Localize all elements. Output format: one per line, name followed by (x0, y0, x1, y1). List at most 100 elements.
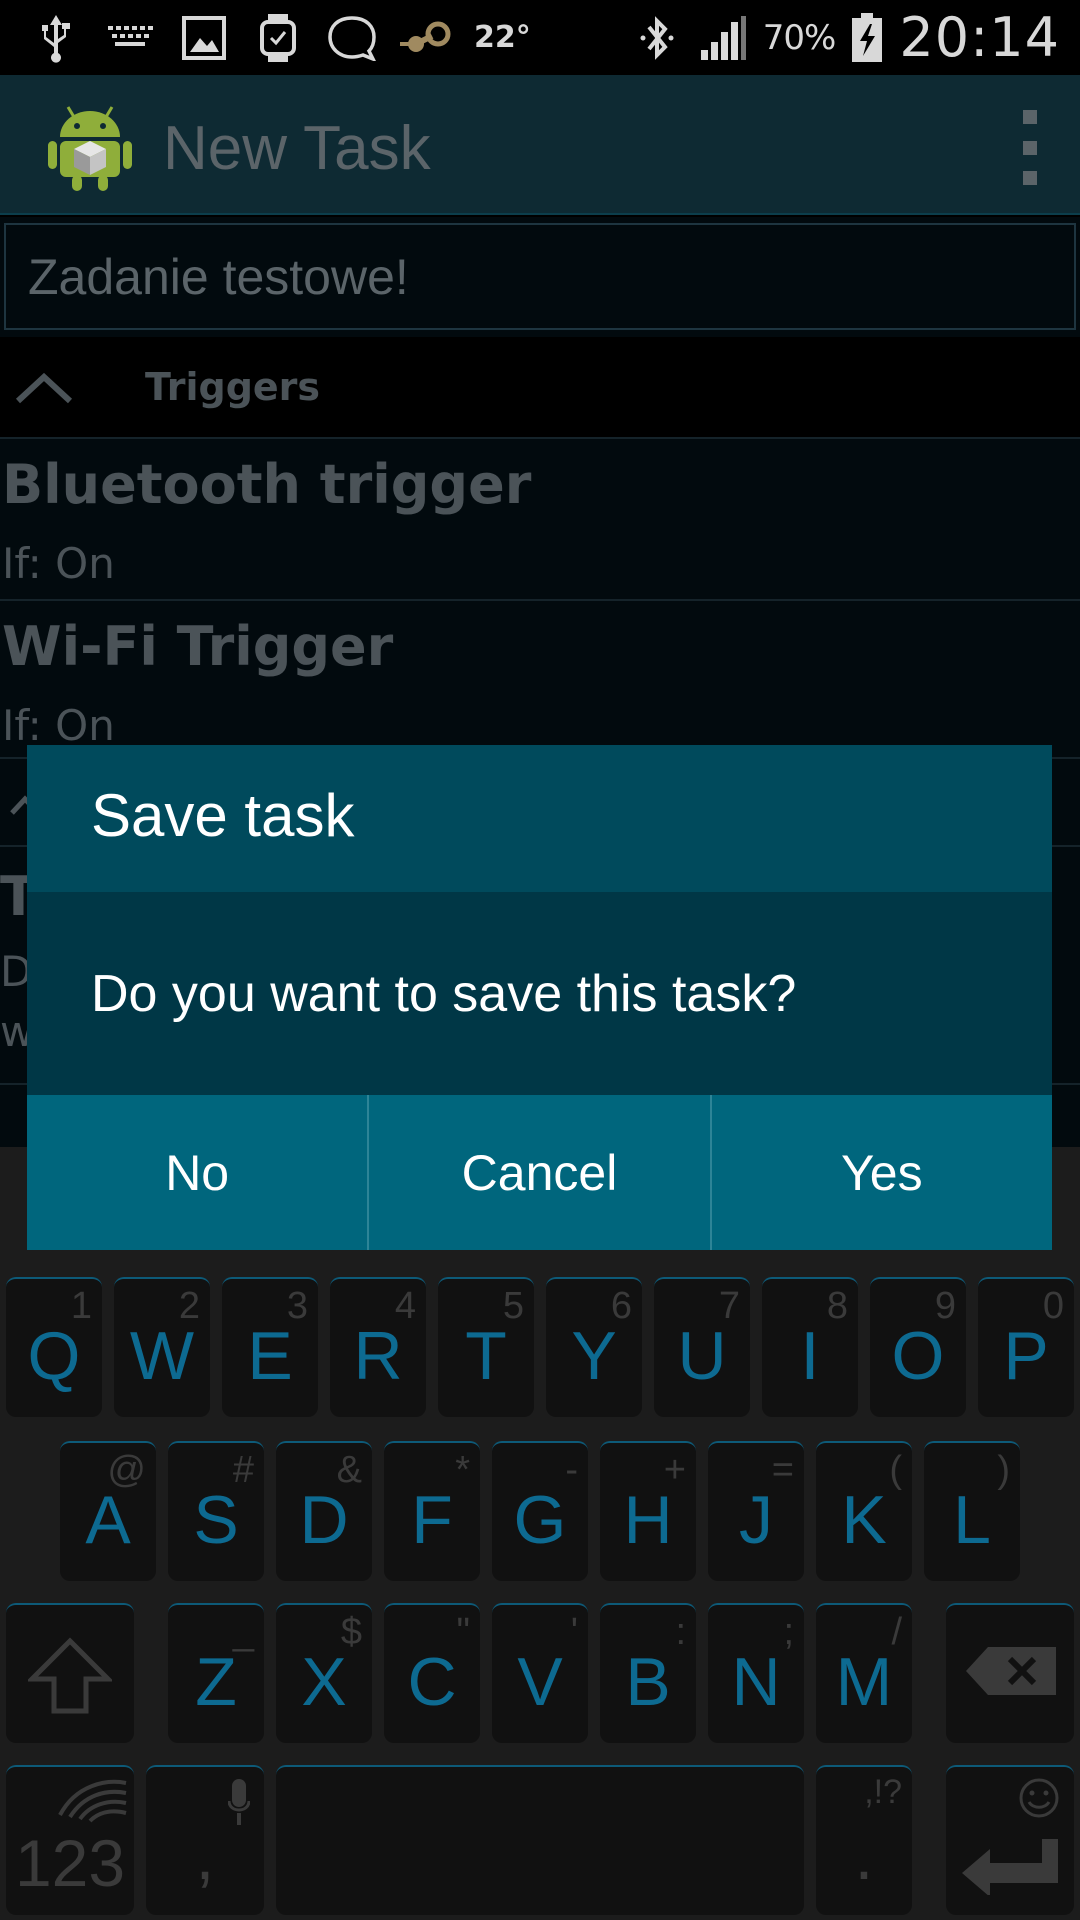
key-label: G (513, 1482, 567, 1558)
app-title: New Task (163, 114, 431, 183)
key-x[interactable]: $ X (276, 1603, 372, 1743)
spacebar-key[interactable] (276, 1765, 804, 1915)
key-label: W (129, 1318, 195, 1394)
key-label: E (247, 1318, 293, 1394)
key-p[interactable]: 0P (978, 1277, 1074, 1417)
key-label: J (739, 1482, 773, 1558)
backspace-key[interactable] (946, 1603, 1074, 1743)
key-label: Z (195, 1644, 237, 1720)
key-h[interactable]: + H (600, 1441, 696, 1581)
key-label: L (953, 1482, 991, 1558)
key-label: N (731, 1644, 781, 1720)
key-label: O (891, 1318, 945, 1394)
key-q[interactable]: 1Q (6, 1277, 102, 1417)
key-l[interactable]: ) L (924, 1441, 1020, 1581)
temperature-text: 22° (474, 20, 531, 55)
status-bar: 22° 70% 20:14 (0, 0, 1080, 75)
key-label: U (677, 1318, 727, 1394)
key-e[interactable]: 3E (222, 1277, 318, 1417)
key-label: H (623, 1482, 673, 1558)
signal-icon (697, 12, 749, 64)
triggers-section-header[interactable]: Triggers (0, 337, 1080, 439)
watch-icon (252, 12, 304, 64)
app-bar: New Task (0, 75, 1080, 215)
backspace-icon (966, 1647, 1056, 1695)
key-m[interactable]: / M (816, 1603, 912, 1743)
soft-keyboard: 1Q 2W 3E 4R 5T 6Y 7U 8I 9O 0P @ A # S & D *… (0, 1147, 1080, 1920)
key-label: M (835, 1644, 893, 1720)
key-i[interactable]: 8I (762, 1277, 858, 1417)
trigger-title: Bluetooth trigger (2, 453, 532, 516)
bubble-icon (326, 12, 378, 64)
shift-arrow-icon (28, 1637, 112, 1714)
key-label: Q (27, 1318, 81, 1394)
comma-key[interactable]: , (146, 1765, 264, 1915)
key-f[interactable]: * F (384, 1441, 480, 1581)
key-t[interactable]: 5T (438, 1277, 534, 1417)
key-r[interactable]: 4R (330, 1277, 426, 1417)
trigger-item-bluetooth[interactable]: Bluetooth trigger If: On (0, 439, 1080, 601)
trigger-title: Wi-Fi Trigger (2, 615, 394, 678)
key-c[interactable]: " C (384, 1603, 480, 1743)
chevron-up-icon (15, 372, 73, 404)
overflow-menu-icon[interactable] (1018, 110, 1042, 185)
keyboard-icon (104, 12, 156, 64)
key-label: 123 (14, 1826, 126, 1900)
android-logo-icon[interactable] (46, 97, 134, 193)
enter-key[interactable] (946, 1765, 1074, 1915)
cancel-button[interactable]: Cancel (369, 1095, 712, 1250)
symbols-key[interactable]: 123 (6, 1765, 134, 1915)
key-alt-label: ,!? (864, 1773, 902, 1811)
status-bar-left: 22° (30, 0, 531, 75)
gallery-icon (178, 12, 230, 64)
key-z[interactable]: _ Z (168, 1603, 264, 1743)
key-o[interactable]: 9O (870, 1277, 966, 1417)
enter-arrow-icon (962, 1839, 1058, 1895)
key-v[interactable]: ' V (492, 1603, 588, 1743)
battery-charging-icon (849, 12, 885, 64)
key-label: . (854, 1818, 874, 1894)
dialog-message: Do you want to save this task? (91, 965, 797, 1023)
dialog-header: Save task (27, 745, 1052, 892)
key-j[interactable]: = J (708, 1441, 804, 1581)
steam-icon (400, 12, 452, 64)
battery-percent-text: 70% (762, 17, 837, 58)
clock-text: 20:14 (899, 6, 1060, 69)
key-label: V (517, 1644, 563, 1720)
yes-button[interactable]: Yes (712, 1095, 1052, 1250)
key-label: S (193, 1482, 239, 1558)
key-label: I (800, 1318, 820, 1394)
key-label: A (85, 1482, 131, 1558)
key-label: , (195, 1818, 215, 1894)
trigger-item-wifi[interactable]: Wi-Fi Trigger If: On (0, 601, 1080, 763)
key-s[interactable]: # S (168, 1441, 264, 1581)
key-u[interactable]: 7U (654, 1277, 750, 1417)
task-name-input[interactable]: Zadanie testowe! (4, 223, 1076, 330)
key-label: B (625, 1644, 671, 1720)
period-key[interactable]: ,!? . (816, 1765, 912, 1915)
key-label: T (465, 1318, 507, 1394)
key-b[interactable]: :B (600, 1603, 696, 1743)
no-button[interactable]: No (27, 1095, 370, 1250)
key-label: X (301, 1644, 347, 1720)
shift-key[interactable] (6, 1603, 134, 1743)
key-label: R (353, 1318, 403, 1394)
key-d[interactable]: & D (276, 1441, 372, 1581)
dialog-title: Save task (91, 782, 355, 849)
key-label: P (1003, 1318, 1049, 1394)
key-n[interactable]: ; N (708, 1603, 804, 1743)
key-label: Y (571, 1318, 617, 1394)
key-g[interactable]: -G (492, 1441, 588, 1581)
bluetooth-icon (631, 12, 683, 64)
status-bar-right: 70% 20:14 (631, 0, 1060, 75)
key-k[interactable]: (K (816, 1441, 912, 1581)
key-y[interactable]: 6Y (546, 1277, 642, 1417)
triggers-section-label: Triggers (145, 365, 321, 409)
trigger-condition: If: On (2, 539, 115, 588)
dialog-body: Do you want to save this task? (27, 892, 1052, 1095)
emoji-icon (1019, 1778, 1059, 1818)
swiftkey-logo-icon (58, 1779, 127, 1823)
save-task-dialog: Save task Do you want to save this task?… (27, 745, 1052, 1250)
key-w[interactable]: 2W (114, 1277, 210, 1417)
key-a[interactable]: @ A (60, 1441, 156, 1581)
